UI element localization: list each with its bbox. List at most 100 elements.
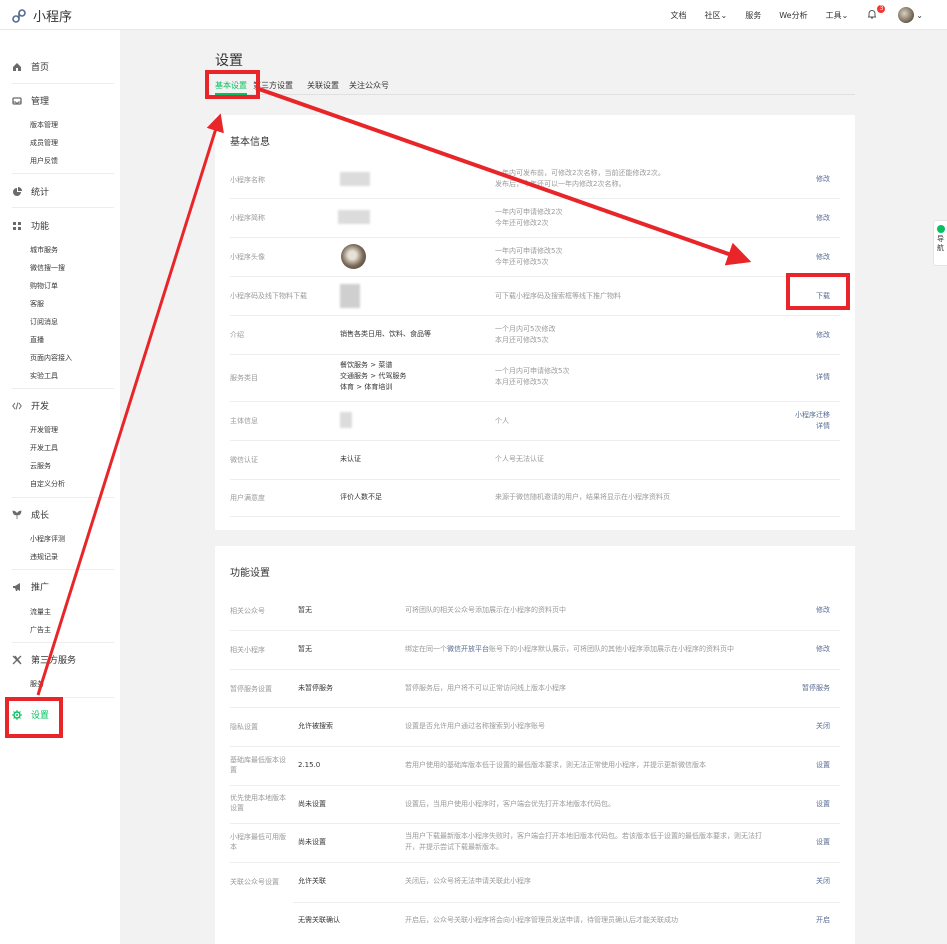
row-hint: 关闭后，公众号将无法申请关联此小程序 — [405, 877, 531, 885]
sidebar-subitem[interactable]: 城市服务 — [30, 245, 58, 255]
nav-we-analytics[interactable]: We分析 — [779, 10, 807, 21]
sidebar-subitem[interactable]: 页面内容接入 — [30, 353, 72, 363]
sidebar-subitem-members[interactable]: 成员管理 — [30, 138, 58, 148]
nav-tools-label: 工具 — [825, 10, 842, 20]
row-value: 无需关联确认 — [298, 916, 340, 924]
row-entity: 主体信息 个人 小程序迁移 详情 — [230, 402, 840, 441]
sidebar-subitem[interactable]: 违规记录 — [30, 552, 58, 562]
sidebar-subitem-version[interactable]: 版本管理 — [30, 120, 58, 130]
qrcode-thumbnail — [340, 284, 360, 308]
sidebar-item-third-party[interactable]: 第三方服务 — [12, 653, 76, 666]
details-link[interactable]: 详情 — [816, 372, 830, 383]
modify-link[interactable]: 修改 — [816, 174, 830, 185]
sidebar-subitem[interactable]: 小程序评测 — [30, 534, 65, 544]
pause-service-link[interactable]: 暂停服务 — [802, 683, 830, 694]
sidebar-subitem[interactable]: 自定义分析 — [30, 479, 65, 489]
close-link[interactable]: 关闭 — [816, 721, 830, 732]
sidebar-subitem[interactable]: 广告主 — [30, 625, 51, 635]
sidebar-subitem[interactable]: 订阅消息 — [30, 317, 58, 327]
tab-follow-account[interactable]: 关注公众号 — [349, 80, 389, 91]
row-privacy: 隐私设置 允许被搜索 设置是否允许用户通过名称搜索到小程序账号 关闭 — [230, 708, 840, 747]
sidebar-item-promote[interactable]: 推广 — [12, 580, 49, 593]
notification-bell[interactable]: 3 — [866, 5, 886, 22]
blurred-short-name — [338, 210, 370, 224]
sidebar-item-manage[interactable]: 管理 — [12, 94, 49, 107]
chevron-down-icon: ⌄ — [720, 10, 728, 20]
modify-link[interactable]: 修改 — [816, 330, 830, 341]
nav-tools[interactable]: 工具⌄ — [826, 10, 849, 21]
nav-community[interactable]: 社区⌄ — [705, 10, 728, 21]
row-label: 小程序头像 — [230, 253, 265, 261]
megaphone-icon — [13, 582, 20, 591]
modify-link[interactable]: 修改 — [816, 213, 830, 224]
row-label: 相关小程序 — [230, 646, 265, 654]
setting-link[interactable]: 设置 — [816, 760, 830, 771]
sidebar-item-growth[interactable]: 成长 — [12, 508, 49, 521]
row-hint: 本月还可修改5次 — [495, 378, 549, 386]
app-name: 小程序 — [33, 10, 73, 25]
nav-services[interactable]: 服务 — [745, 10, 761, 21]
row-hint: 绑定在同一个微信开放平台账号下的小程序默认展示，可将团队的其他小程序添加展示在小… — [405, 644, 734, 655]
sidebar-subitem[interactable]: 实验工具 — [30, 371, 58, 381]
top-bar: 小程序 文档 社区⌄ 服务 We分析 工具⌄ 3 ⌄ — [0, 0, 947, 30]
migrate-link[interactable]: 小程序迁移 — [795, 410, 830, 421]
modify-link[interactable]: 修改 — [816, 644, 830, 655]
check-circle-icon — [936, 225, 945, 233]
modify-link[interactable]: 修改 — [816, 605, 830, 616]
sidebar-item-home[interactable]: 首页 — [12, 60, 49, 73]
modify-link[interactable]: 修改 — [816, 252, 830, 263]
row-hint: 设置后，当用户使用小程序时，客户端会优先打开本地版本代码包。 — [405, 800, 615, 808]
intro-value: 销售各类日用、饮料、食品等 — [340, 330, 431, 338]
sidebar-item-features[interactable]: 功能 — [12, 219, 49, 232]
sidebar-subitem[interactable]: 客服 — [30, 299, 44, 309]
pie-chart-icon — [13, 186, 22, 196]
sidebar-item-develop[interactable]: 开发 — [12, 399, 49, 412]
sidebar-subitem[interactable]: 微信搜一搜 — [30, 263, 65, 273]
user-menu[interactable]: ⌄ — [898, 7, 923, 23]
sidebar-subitem[interactable]: 开发管理 — [30, 425, 58, 435]
guide-floating-tab[interactable]: 导航 — [933, 220, 947, 266]
sidebar-subitem[interactable]: 购物订单 — [30, 281, 58, 291]
sidebar-subitem[interactable]: 开发工具 — [30, 443, 58, 453]
annotation-box-tab — [205, 70, 260, 99]
card-title: 功能设置 — [230, 568, 270, 579]
close-link[interactable]: 关闭 — [816, 876, 830, 887]
sidebar-label: 管理 — [31, 97, 50, 107]
row-label: 服务类目 — [230, 374, 258, 382]
app-logo[interactable]: 小程序 — [11, 6, 72, 25]
setting-link[interactable]: 设置 — [816, 837, 830, 848]
row-label: 暂停服务设置 — [230, 685, 272, 693]
hint-text: 绑定在同一个 — [405, 645, 447, 653]
category-line: 餐饮服务 > 菜谱 — [340, 361, 393, 369]
row-label: 小程序简称 — [230, 214, 265, 222]
row-label: 介绍 — [230, 331, 244, 339]
enable-link[interactable]: 开启 — [816, 915, 830, 926]
blurred-name — [340, 172, 370, 186]
nav-docs[interactable]: 文档 — [671, 10, 687, 21]
tab-association[interactable]: 关联设置 — [307, 80, 339, 91]
sidebar-label: 成长 — [31, 511, 50, 521]
sidebar-label: 第三方服务 — [31, 656, 77, 666]
app-avatar-image — [341, 244, 366, 269]
row-hint: 若用户使用的基础库版本低于设置的最低版本要求，则无法正常使用小程序，并提示更新微… — [405, 761, 706, 769]
blurred-entity — [340, 412, 352, 428]
sidebar-subitem-feedback[interactable]: 用户反馈 — [30, 156, 58, 166]
row-label: 小程序名称 — [230, 176, 265, 184]
grid-icon — [13, 221, 21, 230]
sidebar-subitem[interactable]: 直播 — [30, 335, 44, 345]
hint-text: 账号下的小程序默认展示，可将团队的其他小程序添加展示在小程序的资料页中 — [489, 645, 734, 653]
divider — [12, 83, 114, 84]
setting-link[interactable]: 设置 — [816, 799, 830, 810]
sidebar-subitem[interactable]: 服务 — [30, 679, 44, 689]
sidebar-subitem[interactable]: 云服务 — [30, 461, 51, 471]
details-link[interactable]: 详情 — [816, 421, 830, 432]
row-hint: 一年内可申请修改2次 — [495, 208, 563, 216]
notification-badge: 3 — [877, 5, 886, 13]
row-label: 用户满意度 — [230, 494, 265, 502]
basic-info-card: 基本信息 小程序名称 一年内可发布前，可修改2次名称，当前还能修改2次。 发布后… — [215, 115, 855, 530]
sidebar-subitem[interactable]: 流量主 — [30, 607, 51, 617]
sidebar-item-stats[interactable]: 统计 — [12, 185, 49, 198]
open-platform-link[interactable]: 微信开放平台 — [447, 645, 489, 653]
row-hint: 发布后，今年还可以一年内修改2次名称。 — [495, 180, 626, 188]
row-min-lib: 基础库最低版本设置 2.15.0 若用户使用的基础库版本低于设置的最低版本要求，… — [230, 747, 840, 786]
